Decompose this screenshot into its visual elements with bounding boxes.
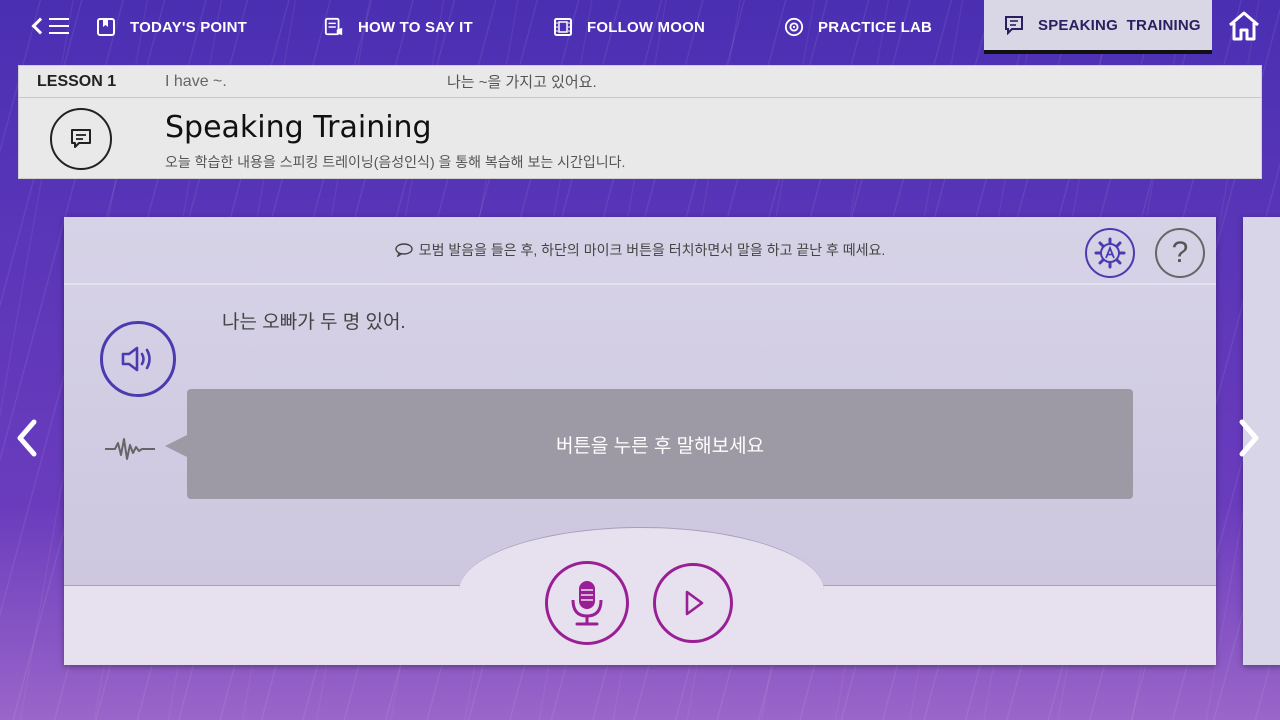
help-button[interactable]: ? bbox=[1155, 228, 1205, 278]
lesson-number: LESSON 1 bbox=[37, 72, 117, 90]
home-icon bbox=[1229, 11, 1259, 41]
chevron-right-icon bbox=[1239, 419, 1259, 457]
lesson-strip: LESSON 1 I have ~. 나는 ~을 가지고 있어요. bbox=[19, 66, 1261, 98]
settings-button[interactable] bbox=[1085, 228, 1135, 278]
question-icon: ? bbox=[1171, 236, 1189, 269]
control-arch bbox=[459, 527, 824, 665]
lesson-korean: 나는 ~을 가지고 있어요. bbox=[447, 74, 597, 91]
speaker-icon bbox=[121, 346, 151, 372]
playback-button[interactable] bbox=[653, 563, 733, 643]
microphone-icon bbox=[571, 581, 603, 626]
model-sentence: 나는 오빠가 두 명 있어. bbox=[222, 312, 406, 333]
chat-icon bbox=[50, 108, 112, 170]
film-icon bbox=[553, 17, 573, 37]
gear-icon bbox=[1094, 237, 1126, 269]
listen-button[interactable] bbox=[100, 321, 176, 397]
chevron-left-icon bbox=[17, 419, 37, 457]
disc-icon bbox=[784, 17, 804, 37]
bookmark-icon bbox=[96, 17, 116, 37]
nav-how-to-say-it[interactable]: HOW TO SAY IT bbox=[324, 0, 473, 54]
nav-speaking-training[interactable]: SPEAKING TRAINING bbox=[984, 0, 1212, 54]
speech-result-box: 버튼을 누른 후 말해보세요 bbox=[165, 389, 1133, 499]
document-speak-icon bbox=[324, 17, 344, 37]
nav-label: PRACTICE LAB bbox=[818, 18, 933, 36]
instruction-text: 모범 발음을 들은 후, 하단의 마이크 버튼을 터치하면서 말을 하고 끝난 … bbox=[418, 242, 886, 258]
nav-label: HOW TO SAY IT bbox=[358, 18, 473, 36]
waveform-icon bbox=[105, 435, 155, 463]
nav-label: FOLLOW MOON bbox=[587, 18, 706, 36]
lesson-title: Speaking Training bbox=[165, 110, 432, 145]
next-arrow[interactable] bbox=[1236, 418, 1264, 458]
previous-arrow[interactable] bbox=[12, 418, 40, 458]
lesson-english: I have ~. bbox=[165, 72, 227, 90]
speaking-card: 모범 발음을 들은 후, 하단의 마이크 버튼을 터치하면서 말을 하고 끝난 … bbox=[64, 217, 1216, 665]
back-menu-button[interactable] bbox=[30, 12, 72, 40]
nav-todays-point[interactable]: TODAY'S POINT bbox=[96, 0, 247, 54]
lesson-description: 오늘 학습한 내용을 스피킹 트레이닝(음성인식) 을 통해 복습해 보는 시간… bbox=[165, 154, 626, 170]
nav-label: SPEAKING TRAINING bbox=[1038, 16, 1201, 34]
nav-practice-lab[interactable]: PRACTICE LAB bbox=[784, 0, 932, 54]
result-prompt: 버튼을 누른 후 말해보세요 bbox=[555, 435, 765, 457]
record-button[interactable] bbox=[545, 561, 629, 645]
home-button[interactable] bbox=[1226, 8, 1262, 44]
nav-label: TODAY'S POINT bbox=[130, 18, 248, 36]
speech-bubble-icon bbox=[394, 243, 413, 258]
chevron-left-icon bbox=[31, 17, 49, 35]
top-navigation: TODAY'S POINT HOW TO SAY IT FOLLOW MOON … bbox=[0, 0, 1280, 54]
play-icon bbox=[685, 590, 704, 616]
instruction-bar: 모범 발음을 들은 후, 하단의 마이크 버튼을 터치하면서 말을 하고 끝난 … bbox=[64, 217, 1216, 285]
lesson-header: LESSON 1 I have ~. 나는 ~을 가지고 있어요. Speaki… bbox=[18, 65, 1262, 179]
chat-icon bbox=[1004, 15, 1024, 35]
nav-follow-moon[interactable]: FOLLOW MOON bbox=[553, 0, 705, 54]
menu-icon bbox=[49, 18, 69, 34]
